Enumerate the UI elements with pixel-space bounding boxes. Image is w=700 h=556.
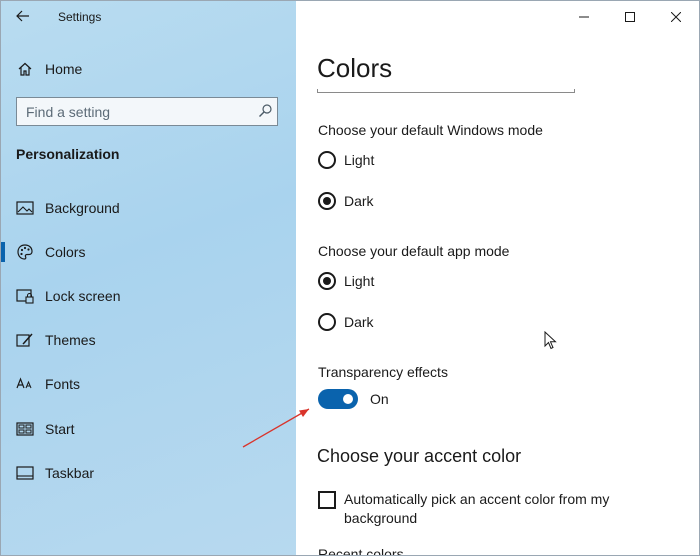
radio-button[interactable]: [318, 192, 336, 210]
sidebar-item-label: Home: [45, 61, 83, 77]
transparency-toggle-row: On: [318, 388, 389, 410]
annotation-arrow-icon: [242, 408, 310, 448]
search-box: [16, 97, 278, 126]
themes-icon: [16, 331, 34, 349]
windows-mode-dark-radio[interactable]: Dark: [318, 189, 374, 213]
radio-button[interactable]: [318, 151, 336, 169]
accent-color-heading: Choose your accent color: [317, 446, 522, 466]
radio-button[interactable]: [318, 313, 336, 331]
settings-window: Settings Home Personalization: [0, 0, 700, 556]
search-icon[interactable]: [257, 103, 273, 119]
sidebar-item-label: Start: [45, 421, 75, 437]
app-mode-label: Choose your default app mode: [318, 243, 510, 259]
radio-label: Light: [344, 152, 375, 168]
page-title: Colors: [317, 53, 393, 83]
close-button[interactable]: [653, 1, 699, 33]
sidebar-item-label: Colors: [45, 244, 86, 260]
home-icon: [16, 60, 34, 78]
sidebar-item-label: Background: [45, 200, 120, 216]
fonts-icon: [16, 375, 34, 393]
radio-label: Dark: [344, 193, 374, 209]
back-arrow-icon: [16, 10, 29, 22]
recent-colors-label: Recent colors: [318, 546, 404, 556]
transparency-toggle[interactable]: [318, 389, 358, 409]
sidebar-item-label: Taskbar: [45, 465, 95, 481]
minimize-icon: [579, 16, 589, 18]
sidebar-item-background[interactable]: Background: [1, 190, 296, 226]
picture-icon: [16, 199, 34, 217]
search-input[interactable]: [17, 98, 256, 125]
maximize-button[interactable]: [607, 1, 653, 33]
toggle-state-label: On: [370, 391, 389, 407]
sidebar: Settings Home Personalization: [1, 1, 296, 555]
windows-mode-light-radio[interactable]: Light: [318, 148, 374, 172]
sidebar-item-lock-screen[interactable]: Lock screen: [1, 278, 296, 314]
start-icon: [16, 420, 34, 438]
auto-accent-checkbox-row[interactable]: Automatically pick an accent color from …: [318, 490, 638, 528]
back-button[interactable]: [9, 3, 37, 29]
toggle-knob: [343, 394, 353, 404]
sidebar-item-label: Themes: [45, 332, 96, 348]
sidebar-item-taskbar[interactable]: Taskbar: [1, 455, 296, 491]
app-mode-dark-radio[interactable]: Dark: [318, 310, 374, 334]
sidebar-item-colors[interactable]: Colors: [1, 234, 296, 270]
content-pane: Colors Choose your default Windows mode …: [296, 1, 699, 555]
taskbar-icon: [16, 464, 34, 482]
maximize-icon: [625, 12, 635, 22]
caption-buttons: [561, 1, 699, 33]
title-underline: [317, 89, 575, 93]
windows-mode-label: Choose your default Windows mode: [318, 122, 543, 138]
palette-icon: [16, 243, 34, 261]
checkbox-label: Automatically pick an accent color from …: [344, 491, 610, 526]
section-heading: Personalization: [16, 146, 120, 162]
sidebar-item-themes[interactable]: Themes: [1, 322, 296, 358]
minimize-button[interactable]: [561, 1, 607, 33]
app-title: Settings: [58, 10, 102, 24]
sidebar-item-fonts[interactable]: Fonts: [1, 366, 296, 402]
radio-label: Dark: [344, 314, 374, 330]
mouse-cursor-icon: [544, 331, 557, 350]
lock-screen-icon: [16, 287, 34, 305]
auto-accent-checkbox[interactable]: [318, 491, 336, 509]
radio-label: Light: [344, 273, 375, 289]
sidebar-item-home[interactable]: Home: [1, 53, 296, 85]
transparency-label: Transparency effects: [318, 364, 448, 380]
app-mode-light-radio[interactable]: Light: [318, 269, 374, 293]
close-icon: [671, 12, 681, 22]
sidebar-item-label: Lock screen: [45, 288, 121, 304]
sidebar-item-label: Fonts: [45, 376, 81, 392]
radio-button[interactable]: [318, 272, 336, 290]
title-bar: Settings: [1, 1, 296, 33]
